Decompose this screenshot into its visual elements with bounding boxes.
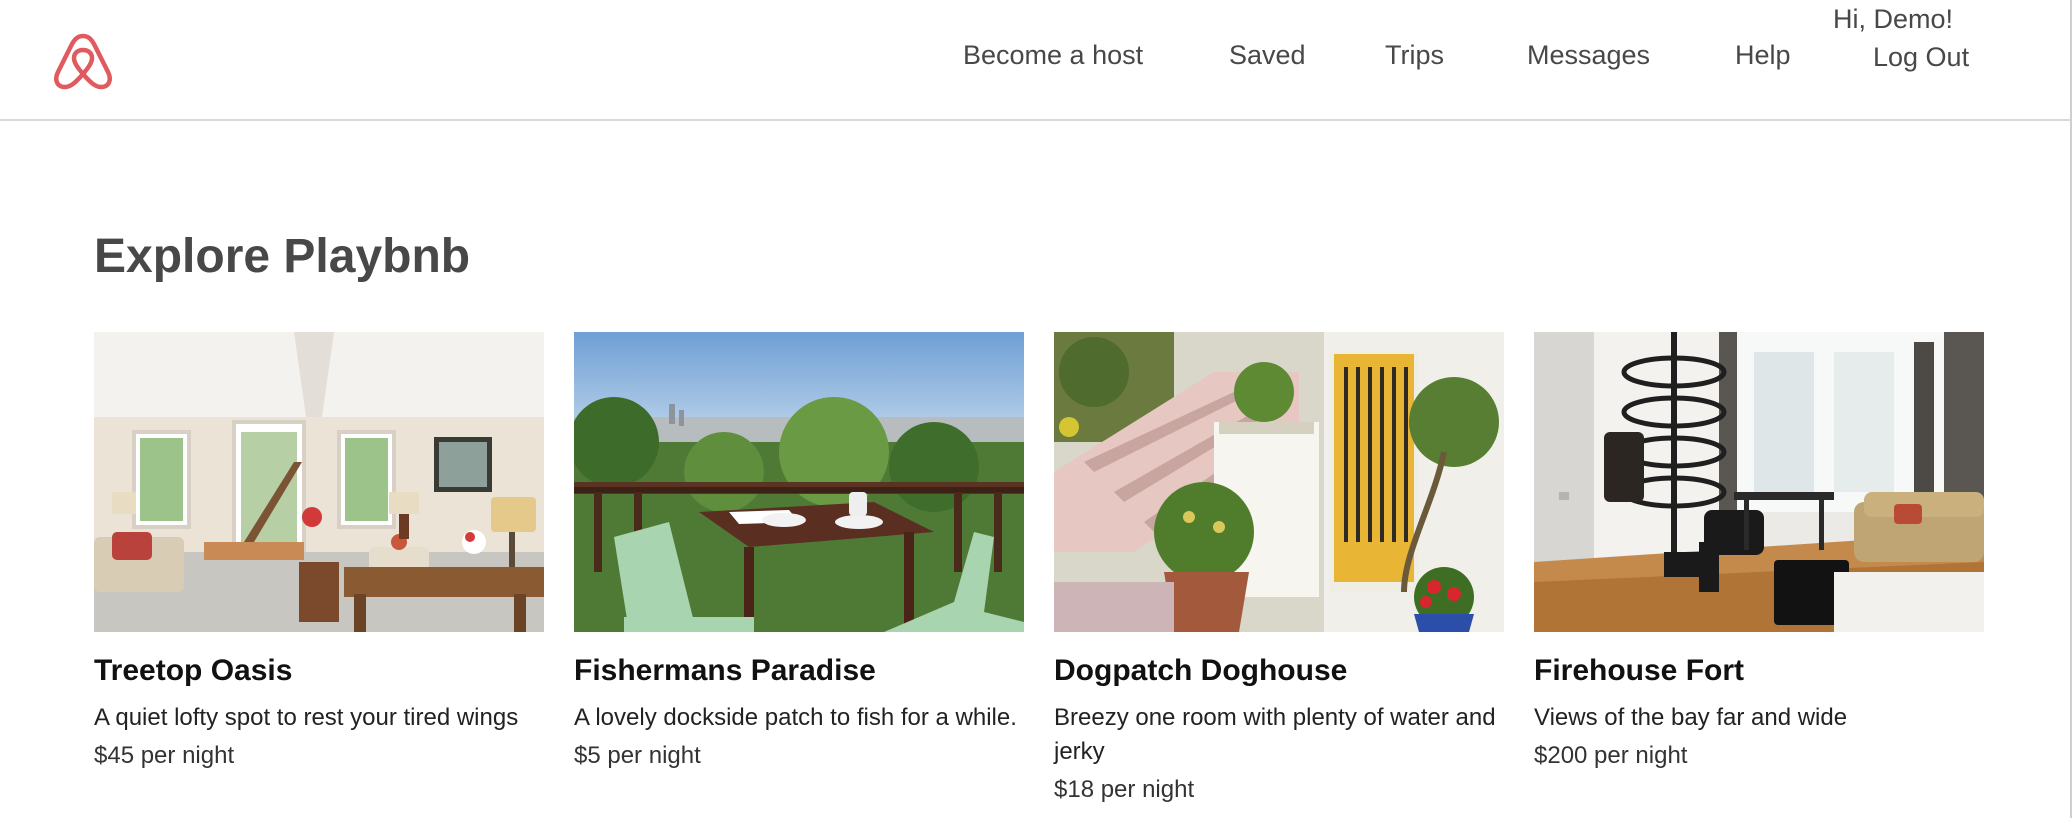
logout-link[interactable]: Log Out [1873, 42, 1969, 73]
listing-photo[interactable] [94, 332, 544, 632]
listings-grid: Treetop Oasis A quiet lofty spot to rest… [94, 332, 1984, 812]
listing-description: A lovely dockside patch to fish for a wh… [574, 704, 1017, 731]
listing-photo[interactable] [1054, 332, 1504, 632]
listing-title[interactable]: Firehouse Fort [1534, 653, 1984, 689]
airbnb-logo-icon[interactable] [50, 30, 116, 92]
listing-title[interactable]: Dogpatch Doghouse [1054, 653, 1504, 689]
listing-card-treetop-oasis[interactable]: Treetop Oasis A quiet lofty spot to rest… [94, 332, 544, 773]
listing-price: $5 per night [574, 742, 701, 769]
listing-title[interactable]: Treetop Oasis [94, 653, 544, 689]
top-nav-bar: Become a host Saved Trips Messages Help … [0, 0, 2072, 121]
nav-trips-link[interactable]: Trips [1385, 40, 1444, 71]
listing-price: $45 per night [94, 742, 235, 769]
listing-price: $200 per night [1534, 742, 1688, 769]
nav-become-host-link[interactable]: Become a host [963, 40, 1143, 71]
listing-photo[interactable] [1534, 332, 1984, 632]
listing-description: A quiet lofty spot to rest your tired wi… [94, 704, 519, 731]
page: Become a host Saved Trips Messages Help … [0, 0, 2072, 818]
page-title: Explore Playbnb [94, 230, 471, 283]
nav-help-link[interactable]: Help [1735, 40, 1791, 71]
nav-messages-link[interactable]: Messages [1527, 40, 1650, 71]
nav-saved-link[interactable]: Saved [1229, 40, 1306, 71]
listing-title[interactable]: Fishermans Paradise [574, 653, 1024, 689]
listing-card-dogpatch-doghouse[interactable]: Dogpatch Doghouse Breezy one room with p… [1054, 332, 1504, 807]
listing-card-fishermans-paradise[interactable]: Fishermans Paradise A lovely dockside pa… [574, 332, 1024, 773]
user-greeting: Hi, Demo! [1833, 4, 1954, 34]
listing-photo[interactable] [574, 332, 1024, 632]
listing-description: Breezy one room with plenty of water and… [1054, 704, 1496, 765]
listing-price: $18 per night [1054, 776, 1195, 803]
listing-card-firehouse-fort[interactable]: Firehouse Fort Views of the bay far and … [1534, 332, 1984, 773]
listing-description: Views of the bay far and wide [1534, 704, 1848, 731]
